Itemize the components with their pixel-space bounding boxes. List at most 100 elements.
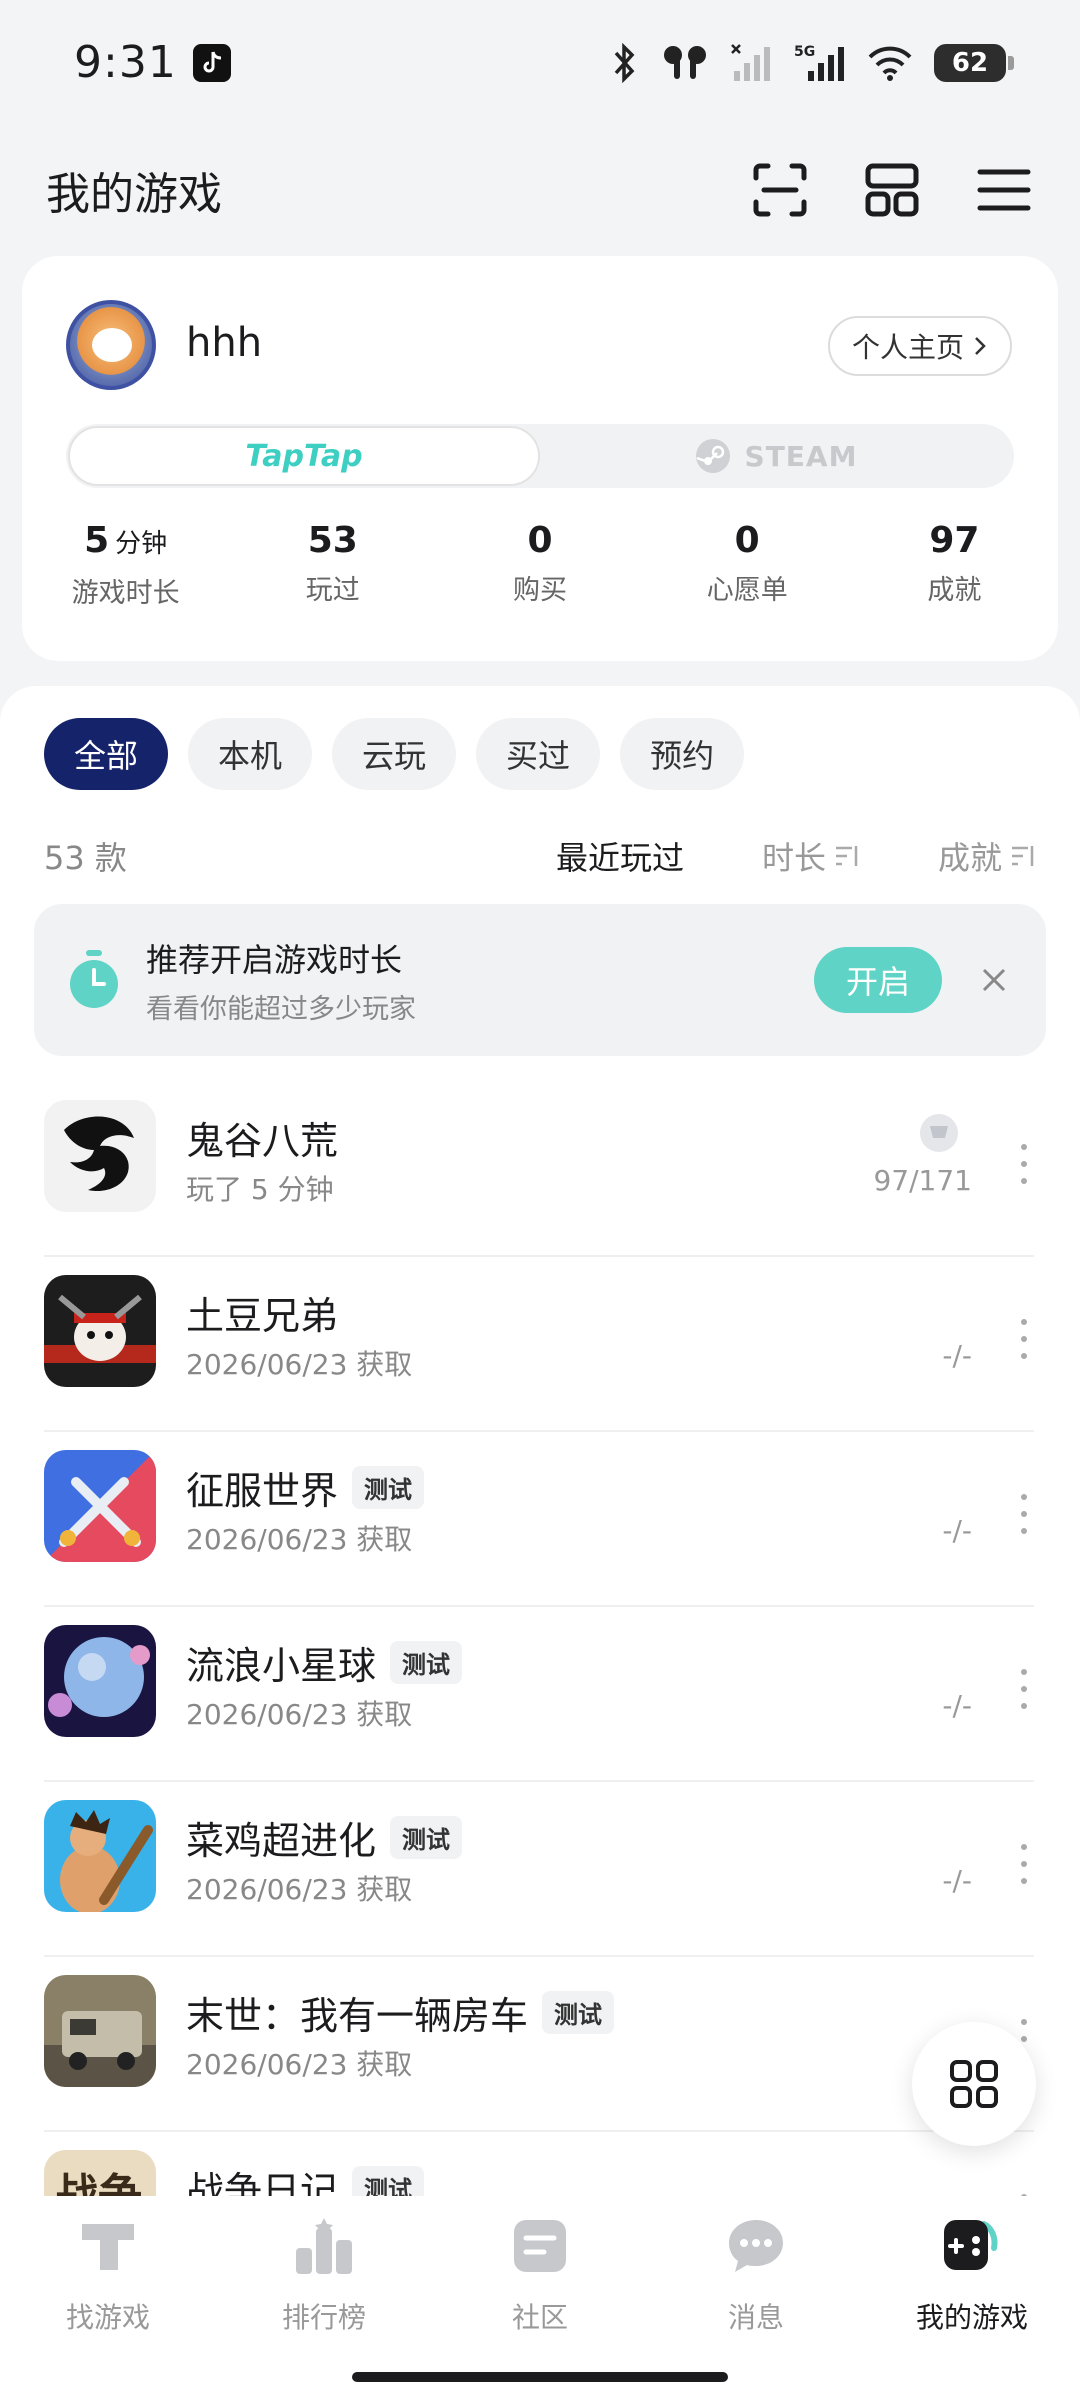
sort-recent[interactable]: 最近玩过	[556, 833, 684, 879]
chevron-right-icon	[975, 337, 986, 355]
steam-label: STEAM	[744, 439, 858, 473]
more-options-icon[interactable]	[1014, 1844, 1034, 1884]
scan-icon[interactable]	[750, 160, 810, 220]
nav-label: 找游戏	[65, 2301, 150, 2334]
layout-grid-icon[interactable]	[862, 160, 922, 220]
platform-taptap-tab[interactable]: TapTap	[68, 426, 540, 486]
svg-text:5G: 5G	[794, 44, 815, 60]
game-row[interactable]: 征服世界 测试 2026/06/23 获取 -/-	[44, 1432, 1034, 1607]
stat-value: 0	[734, 520, 760, 561]
game-count: 53 款	[44, 839, 127, 877]
stat-purchased[interactable]: 0 购买	[436, 518, 643, 610]
game-achievements: -/-	[942, 1514, 972, 1547]
filter-chip-cloud[interactable]: 云玩	[332, 718, 457, 790]
svg-text:战争: 战争	[54, 2170, 142, 2196]
game-icon-rv	[44, 1975, 156, 2087]
beta-tag: 测试	[542, 1991, 615, 2034]
filter-chip-local[interactable]: 本机	[188, 718, 313, 790]
game-icon-conquer	[44, 1450, 156, 1562]
nav-find-games[interactable]: 找游戏	[0, 2214, 216, 2400]
apps-grid-icon	[950, 2060, 998, 2108]
my-games-icon	[944, 2220, 998, 2270]
game-achievements: -/-	[942, 1339, 972, 1372]
homepage-button-label: 个人主页	[851, 331, 964, 364]
stat-label: 成就	[927, 575, 982, 606]
game-row[interactable]: 菜鸡超进化 测试 2026/06/23 获取 -/-	[44, 1782, 1034, 1957]
banner-title: 推荐开启游戏时长	[146, 940, 403, 979]
sort-achievements[interactable]: 成就	[938, 833, 1036, 879]
game-subtitle: 2026/06/23 获取	[186, 1698, 413, 1731]
filter-chips: 全部 本机 云玩 买过 预约	[44, 718, 745, 790]
enable-playtime-button[interactable]: 开启	[813, 947, 942, 1013]
more-options-icon[interactable]	[1014, 1319, 1034, 1359]
header: 我的游戏	[0, 140, 1080, 240]
game-row[interactable]: 战争 战争日记 测试	[44, 2132, 1034, 2196]
game-icon-chicken	[44, 1800, 156, 1912]
nav-label: 社区	[511, 2301, 568, 2334]
game-row[interactable]: 土豆兄弟 2026/06/23 获取 -/-	[44, 1257, 1034, 1432]
beta-tag: 测试	[390, 1641, 463, 1684]
game-name: 鬼谷八荒	[186, 1119, 339, 1163]
close-icon[interactable]	[976, 962, 1012, 998]
avatar[interactable]	[66, 300, 156, 390]
stat-label: 玩过	[305, 575, 360, 606]
community-icon	[514, 2220, 566, 2272]
more-options-icon[interactable]	[1014, 1494, 1034, 1534]
home-indicator[interactable]	[352, 2372, 728, 2382]
more-options-icon[interactable]	[1014, 1144, 1034, 1184]
bottom-nav: 找游戏 排行榜 社区 消息 我的游戏	[0, 2196, 1080, 2400]
nav-label: 排行榜	[281, 2301, 366, 2334]
platform-toggle: TapTap STEAM	[66, 424, 1014, 488]
more-options-icon[interactable]	[1014, 1669, 1034, 1709]
game-achievements: 97/171	[873, 1164, 972, 1197]
stat-label: 心愿单	[706, 575, 788, 606]
username: hhh	[186, 320, 263, 366]
stat-value: 97	[929, 520, 980, 561]
nav-label: 消息	[727, 2301, 784, 2334]
game-list: 鬼谷八荒 玩了 5 分钟 97/171 土豆兄弟 2026/06/23 获取 -…	[44, 1082, 1034, 2196]
game-icon-war-diary: 战争	[44, 2150, 156, 2196]
filter-chip-reserved[interactable]: 预约	[620, 718, 745, 790]
game-name: 流浪小星球	[186, 1644, 377, 1688]
beta-tag: 测试	[390, 1816, 463, 1859]
profile-card: hhh 个人主页 TapTap STEAM 5 分钟 游戏时长 53 玩过 0 购…	[22, 256, 1058, 661]
game-subtitle: 2026/06/23 获取	[186, 1523, 413, 1556]
earbuds-icon	[664, 45, 706, 79]
sort-order-icon	[835, 846, 858, 866]
game-icon-planet	[44, 1625, 156, 1737]
menu-icon[interactable]	[974, 160, 1034, 220]
profile-stats: 5 分钟 游戏时长 53 玩过 0 购买 0 心愿单 97 成就	[22, 518, 1058, 610]
game-subtitle: 2026/06/23 获取	[186, 2048, 413, 2081]
apps-grid-button[interactable]	[912, 2022, 1036, 2146]
sort-playtime[interactable]: 时长	[762, 833, 860, 879]
nav-my-games[interactable]: 我的游戏	[864, 2214, 1080, 2400]
filter-chip-all[interactable]: 全部	[44, 718, 169, 790]
stat-playtime[interactable]: 5 分钟 游戏时长	[22, 518, 229, 610]
game-row[interactable]: 流浪小星球 测试 2026/06/23 获取 -/-	[44, 1607, 1034, 1782]
status-time: 9:31	[74, 37, 177, 88]
stat-wishlist[interactable]: 0 心愿单	[644, 518, 851, 610]
game-row[interactable]: 鬼谷八荒 玩了 5 分钟 97/171	[44, 1082, 1034, 1257]
stat-played[interactable]: 53 玩过	[229, 518, 436, 610]
stat-achievements[interactable]: 97 成就	[851, 518, 1058, 610]
battery-indicator: 62	[934, 43, 1014, 82]
game-row[interactable]: 末世：我有一辆房车 测试 2026/06/23 获取	[44, 1957, 1034, 2132]
sort-label: 时长	[761, 839, 826, 877]
messages-icon	[729, 2220, 783, 2272]
wifi-icon	[868, 46, 912, 81]
stat-label: 游戏时长	[71, 578, 180, 609]
game-subtitle: 2026/06/23 获取	[186, 1348, 413, 1381]
game-name: 土豆兄弟	[186, 1294, 339, 1338]
homepage-button[interactable]: 个人主页	[827, 316, 1012, 376]
platform-steam-tab[interactable]: STEAM	[540, 426, 1012, 486]
page-title: 我的游戏	[46, 169, 222, 220]
game-icon-potato	[44, 1275, 156, 1387]
filter-chip-bought[interactable]: 买过	[476, 718, 601, 790]
nav-label: 我的游戏	[915, 2301, 1028, 2334]
game-achievements: -/-	[942, 1689, 972, 1722]
leaderboard-icon	[296, 2218, 352, 2274]
game-subtitle: 2026/06/23 获取	[186, 1873, 413, 1906]
beta-tag: 测试	[352, 1466, 425, 1509]
stat-unit: 分钟	[115, 529, 168, 559]
signal-5g-icon: 5G	[794, 44, 844, 81]
